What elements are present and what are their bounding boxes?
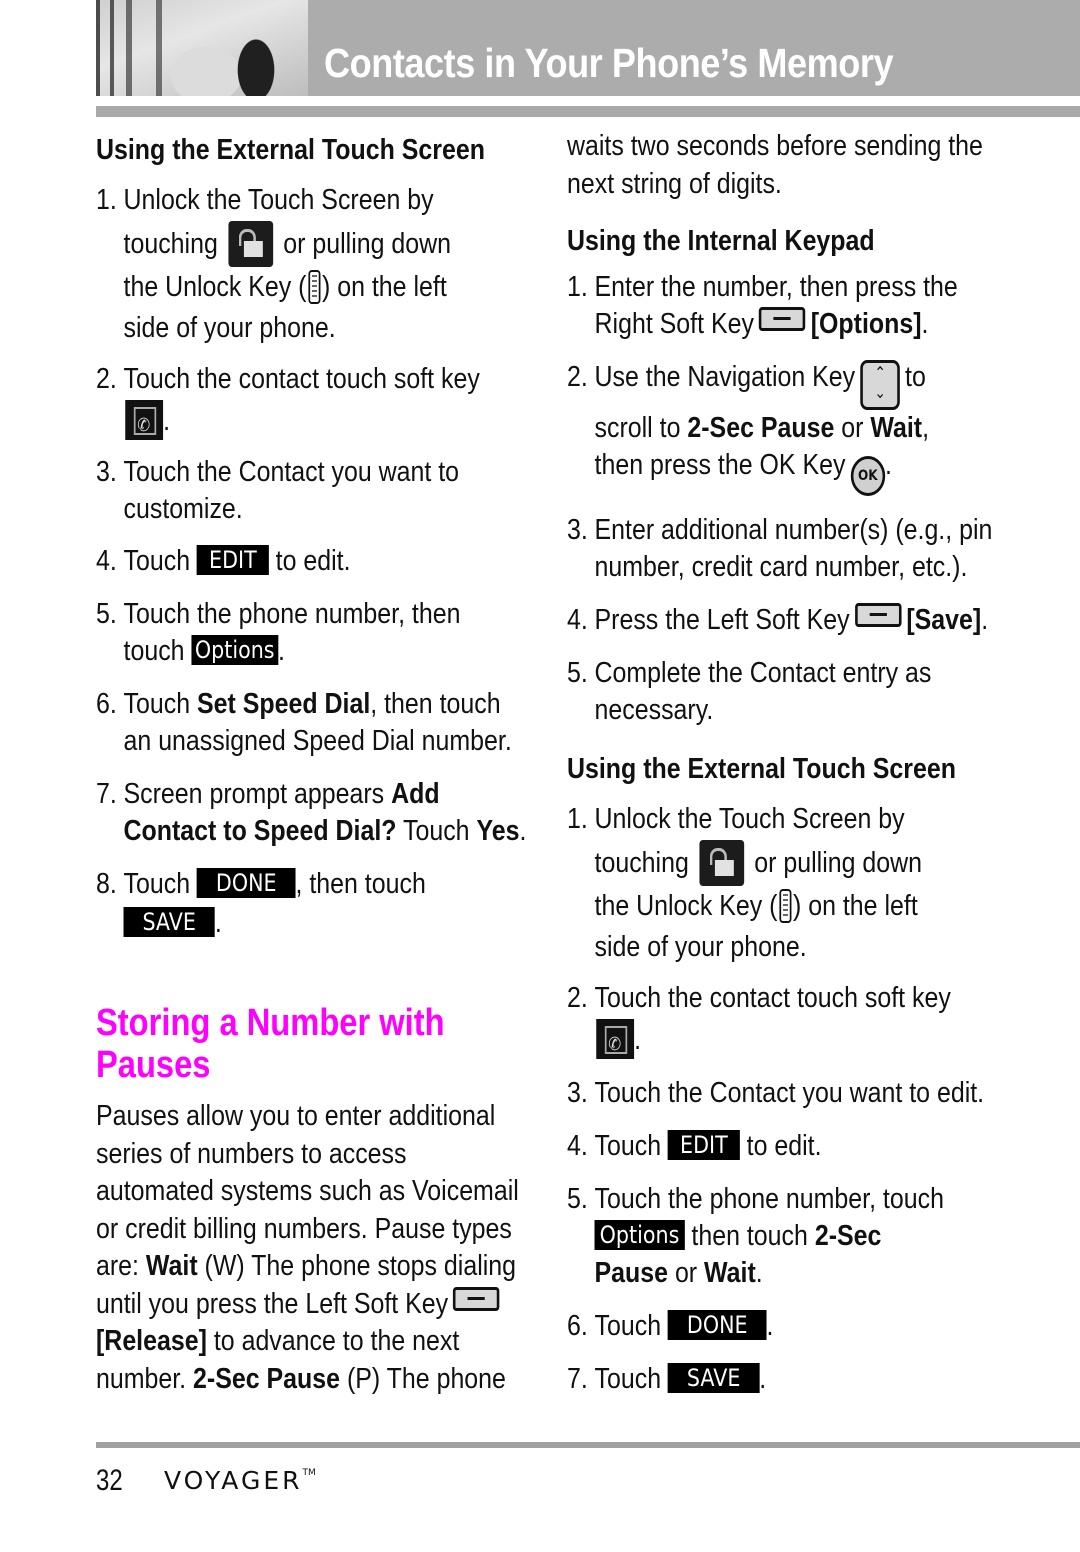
- step-item: 6. Touch Set Speed Dial, then touch an u…: [96, 688, 512, 757]
- step-item: 4. Touch EDIT to edit.: [567, 1130, 822, 1162]
- step-item: 4. Touch EDIT to edit.: [96, 545, 351, 577]
- subhead-external-touch: Using the External Touch Screen: [96, 134, 485, 166]
- navigation-key-icon: ⌃ ⌄: [860, 360, 900, 410]
- options-key-label: Options: [594, 1220, 685, 1250]
- edit-key-label: EDIT: [668, 1130, 740, 1160]
- section-title: Storing a Number with Pauses: [96, 1002, 445, 1086]
- options-key-label: Options: [191, 635, 278, 665]
- step-item: 8. Touch DONE, then touch SAVE.: [96, 868, 426, 939]
- header-photo: [96, 0, 308, 96]
- right-soft-key-icon: [759, 307, 806, 331]
- step-item: 6. Touch DONE.: [567, 1310, 774, 1342]
- continued-text: waits two seconds before sending the nex…: [567, 130, 983, 200]
- step-item: 2. Touch the contact touch soft key .: [567, 980, 951, 1063]
- brand-logo: VOYAGERTM: [164, 1466, 316, 1495]
- step-item: 7. Screen prompt appears Add Contact to …: [96, 778, 527, 847]
- trademark: TM: [302, 1468, 316, 1478]
- done-key-label: DONE: [197, 868, 296, 898]
- step-item: 5. Complete the Contact entry as necessa…: [567, 657, 932, 726]
- done-key-label: DONE: [668, 1310, 767, 1340]
- unlock-key-icon: [308, 270, 321, 304]
- ok-key-icon: OK: [850, 456, 886, 496]
- right-column: waits two seconds before sending the nex…: [567, 128, 997, 1398]
- footer-divider: [96, 1442, 1080, 1448]
- unlock-icon: [699, 840, 744, 886]
- subhead-internal-keypad: Using the Internal Keypad: [567, 225, 875, 257]
- subhead-external-touch-2: Using the External Touch Screen: [567, 753, 956, 785]
- step-item: 5. Touch the phone number, then touch Op…: [96, 598, 461, 667]
- contact-soft-key-icon: [125, 400, 164, 444]
- step-item: 2. Touch the contact touch soft key .: [96, 361, 480, 444]
- save-key-label: SAVE: [668, 1363, 760, 1393]
- unlock-key-icon: [779, 889, 792, 923]
- page-number: 32: [96, 1464, 123, 1497]
- page-title: Contacts in Your Phone’s Memory: [324, 40, 894, 86]
- step-item: 7. Touch SAVE.: [567, 1363, 767, 1395]
- left-column: Using the External Touch Screen 1. Unloc…: [96, 128, 526, 1398]
- edit-key-label: EDIT: [197, 545, 269, 575]
- step-item: 5. Touch the phone number, touch Options…: [567, 1183, 944, 1289]
- page-header: Contacts in Your Phone’s Memory: [96, 0, 1080, 96]
- step-item: 3. Touch the Contact you want to edit.: [567, 1077, 985, 1109]
- step-item: 1. Unlock the Touch Screen by touching o…: [96, 184, 452, 344]
- step-item: 3. Enter additional number(s) (e.g., pin…: [567, 514, 993, 583]
- step-item: 3. Touch the Contact you want to customi…: [96, 456, 460, 525]
- step-item: 2. Use the Navigation Key ⌃ ⌄ to scroll to …: [567, 359, 937, 496]
- step-item: 4. Press the Left Soft Key [Save].: [567, 603, 989, 636]
- pauses-description: Pauses allow you to enter additional ser…: [96, 1100, 519, 1395]
- contact-soft-key-icon: [596, 1019, 635, 1063]
- header-divider: [96, 106, 1080, 117]
- save-key-label: SAVE: [123, 907, 215, 937]
- step-item: 1. Unlock the Touch Screen by touching o…: [567, 803, 923, 963]
- unlock-icon: [228, 221, 273, 267]
- left-soft-key-icon: [854, 603, 902, 627]
- step-item: 1. Enter the number, then press the Righ…: [567, 271, 958, 340]
- left-soft-key-icon: [453, 1286, 500, 1311]
